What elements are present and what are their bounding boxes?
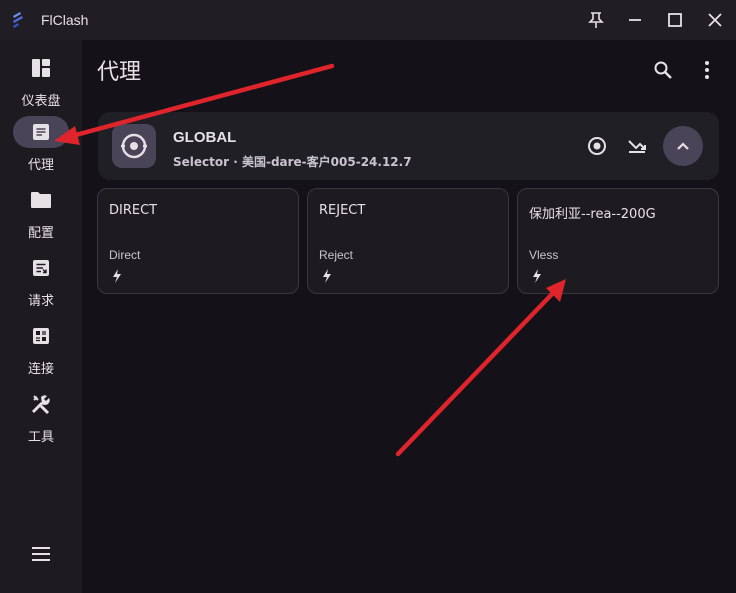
nav-item-tools[interactable]: 工具 xyxy=(0,388,82,452)
page-title: 代理 xyxy=(97,60,142,85)
proxy-card-bulgaria[interactable]: 保加利亚--rea--200G Vless xyxy=(517,188,719,294)
nav-pill xyxy=(13,320,69,352)
app-title: FlClash xyxy=(41,12,89,28)
nav-item-connections[interactable]: 连接 xyxy=(0,320,82,384)
more-options-button[interactable] xyxy=(691,54,723,86)
collapse-icon xyxy=(677,142,689,150)
pin-icon xyxy=(588,12,604,28)
bolt-icon xyxy=(533,269,541,283)
minimize-button[interactable] xyxy=(615,0,655,40)
tools-icon xyxy=(31,395,50,415)
bolt-icon xyxy=(113,269,121,283)
collapse-button[interactable] xyxy=(663,126,703,166)
nav-pill xyxy=(13,252,69,284)
nav-pill xyxy=(13,116,69,148)
maximize-icon xyxy=(668,13,682,27)
nav-pill xyxy=(13,52,69,84)
dashboard-icon xyxy=(32,59,50,77)
nav-label: 连接 xyxy=(27,362,54,377)
proxy-card-direct[interactable]: DIRECT Direct xyxy=(97,188,299,294)
main-content: 代理 GLOBAL Selector · 美国-dare-客户005-24.12… xyxy=(82,40,736,593)
bolt-icon xyxy=(323,269,331,283)
test-latency-icon xyxy=(628,140,646,153)
proxy-type: Reject xyxy=(319,248,354,262)
locate-button[interactable] xyxy=(585,134,609,158)
test-latency-button[interactable] xyxy=(625,134,649,158)
nav-label: 配置 xyxy=(27,226,54,241)
nav-label: 请求 xyxy=(27,294,54,309)
hamburger-menu-icon xyxy=(32,547,50,561)
group-name: GLOBAL xyxy=(173,129,237,146)
proxy-type: Direct xyxy=(109,248,141,262)
group-target-icon xyxy=(121,133,147,159)
menu-button[interactable] xyxy=(27,540,55,568)
nav-label: 代理 xyxy=(27,158,54,173)
nav-item-dashboard[interactable]: 仪表盘 xyxy=(0,52,82,116)
request-icon xyxy=(33,260,49,276)
proxy-name: REJECT xyxy=(319,203,366,218)
search-icon xyxy=(654,61,672,79)
more-vert-icon xyxy=(705,61,709,79)
app-logo-icon xyxy=(13,12,23,28)
nav-item-requests[interactable]: 请求 xyxy=(0,252,82,316)
minimize-icon xyxy=(629,19,641,21)
locate-icon xyxy=(588,137,606,155)
group-icon-box xyxy=(112,124,156,168)
nav-item-proxy[interactable]: 代理 xyxy=(0,116,82,180)
maximize-button[interactable] xyxy=(655,0,695,40)
proxy-name: DIRECT xyxy=(109,203,158,218)
nav-item-profiles[interactable]: 配置 xyxy=(0,184,82,248)
nav-label: 仪表盘 xyxy=(21,94,61,109)
nav-pill xyxy=(13,184,69,216)
proxy-list-icon xyxy=(33,124,49,140)
close-button[interactable] xyxy=(695,0,735,40)
search-button[interactable] xyxy=(647,54,679,86)
close-icon xyxy=(708,13,722,27)
pin-button[interactable] xyxy=(576,0,616,40)
proxy-card-reject[interactable]: REJECT Reject xyxy=(307,188,509,294)
group-subtitle: Selector · 美国-dare-客户005-24.12.7 xyxy=(173,155,412,169)
proxy-type: Vless xyxy=(529,248,559,262)
navigation-rail: 仪表盘 代理 配置 请求 连接 工具 xyxy=(0,40,82,593)
folder-icon xyxy=(31,192,51,208)
proxy-group-card[interactable]: GLOBAL Selector · 美国-dare-客户005-24.12.7 xyxy=(98,112,719,180)
title-bar: FlClash xyxy=(0,0,736,40)
proxy-name: 保加利亚--rea--200G xyxy=(529,207,656,222)
connections-icon xyxy=(33,328,49,344)
nav-label: 工具 xyxy=(27,430,54,445)
nav-pill xyxy=(13,388,69,420)
